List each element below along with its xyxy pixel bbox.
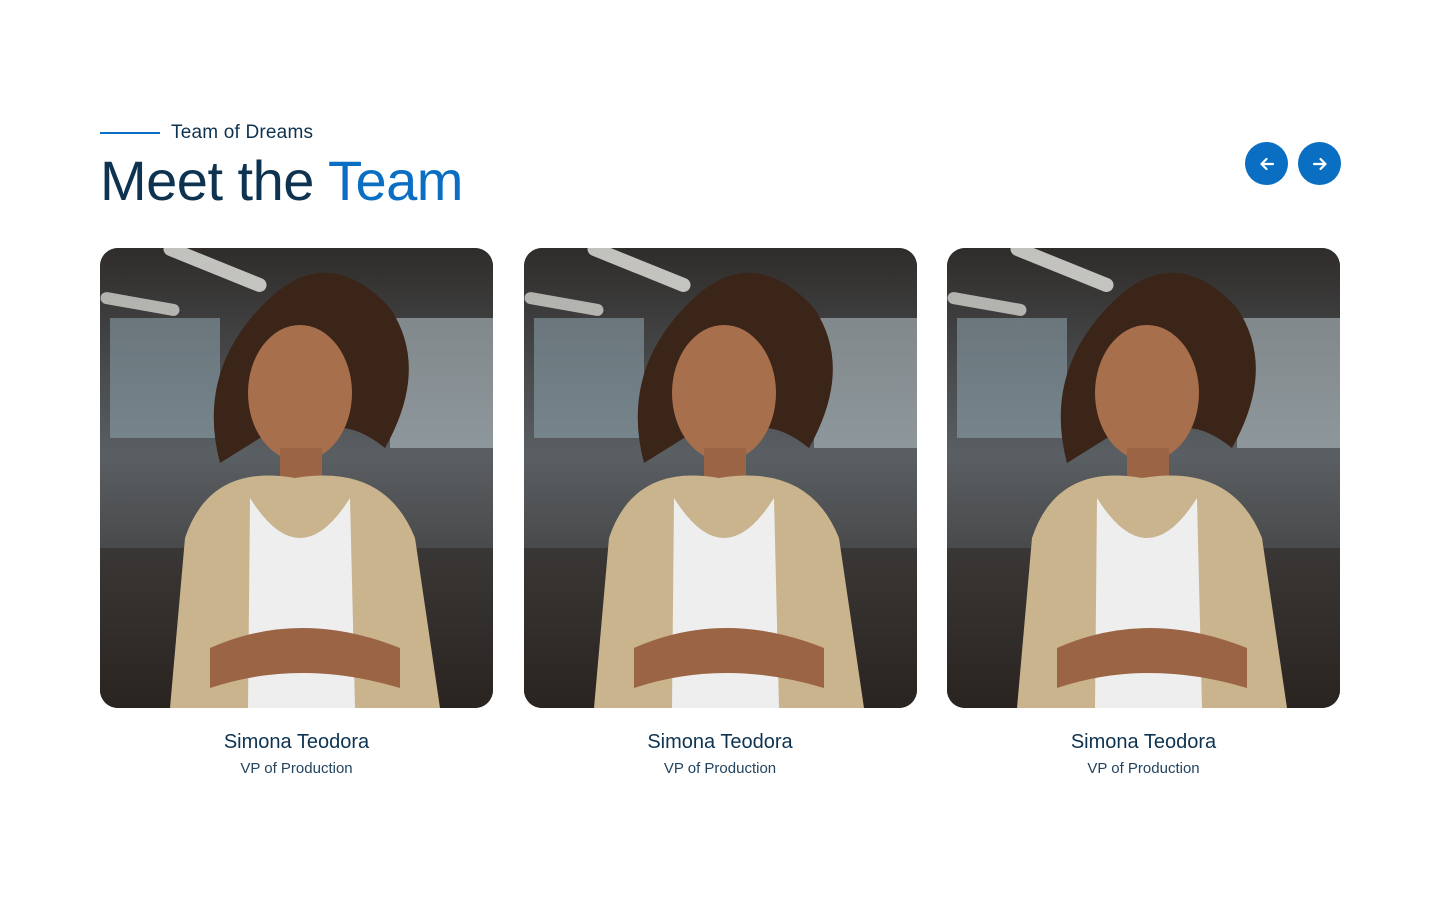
member-role: VP of Production: [663, 760, 777, 777]
member-name: Simona Teodora: [647, 731, 793, 753]
title-accent: Team: [327, 149, 463, 212]
arrow-left-icon: [1258, 155, 1276, 173]
prev-button[interactable]: [1245, 142, 1288, 185]
team-card[interactable]: Simona Teodora VP of Production: [523, 248, 917, 779]
member-photo: [523, 248, 917, 708]
member-role: VP of Production: [240, 760, 353, 777]
member-name: Simona Teodora: [223, 731, 370, 753]
team-section: Team of Dreams Meet the Team Simona Teod…: [0, 0, 1440, 901]
arrow-right-icon: [1311, 155, 1329, 173]
member-photo: [947, 248, 1340, 708]
team-card[interactable]: Simona Teodora VP of Production: [100, 248, 493, 779]
member-role: VP of Production: [1087, 760, 1200, 777]
eyebrow-text: Team of Dreams: [171, 122, 314, 143]
team-card[interactable]: Simona Teodora VP of Production: [947, 248, 1340, 779]
team-carousel: Simona Teodora VP of Production Simona T…: [100, 248, 1340, 779]
section-title: Meet the Team: [100, 146, 463, 216]
title-plain: Meet the: [100, 149, 314, 212]
member-photo: [100, 248, 493, 708]
section-eyebrow: Team of Dreams: [100, 120, 313, 146]
eyebrow-divider: [100, 132, 160, 134]
next-button[interactable]: [1298, 142, 1341, 185]
carousel-nav: [1245, 142, 1341, 185]
member-name: Simona Teodora: [1070, 731, 1217, 753]
